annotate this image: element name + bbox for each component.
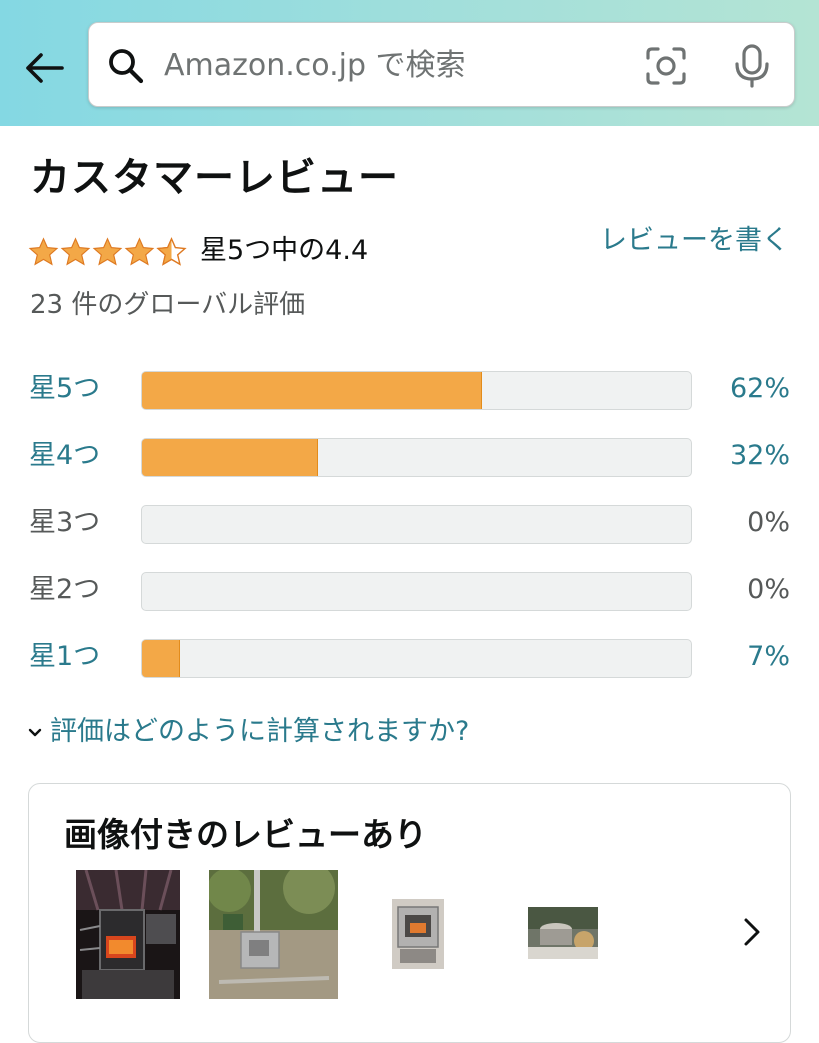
histogram-bar [141, 371, 692, 410]
stove-night-photo [76, 870, 180, 999]
search-placeholder[interactable]: Amazon.co.jp で検索 [164, 47, 466, 85]
histogram-bar [141, 505, 692, 544]
back-button[interactable] [22, 48, 66, 88]
histogram-percent: 0% [747, 574, 790, 605]
how-ratings-calculated-link[interactable]: 評価はどのように計算されますか? [26, 713, 469, 751]
histogram-star-label: 星2つ [29, 574, 101, 605]
stove-closeup-photo [392, 899, 444, 969]
customer-reviews-heading: カスタマーレビュー [30, 155, 399, 201]
star-rating [28, 236, 187, 268]
histogram-percent: 62% [729, 373, 790, 404]
next-images-button[interactable] [737, 912, 767, 952]
star-half-icon [156, 237, 187, 266]
pot-on-stove-photo [528, 907, 598, 959]
star-full-icon [60, 237, 91, 266]
camera-scan-icon [646, 47, 686, 85]
histogram-row-5-star[interactable]: 星5つ 62% [0, 367, 819, 411]
star-full-icon [124, 237, 155, 266]
histogram-row-3-star: 星3つ 0% [0, 501, 819, 545]
histogram-star-label: 星1つ [29, 641, 101, 672]
image-reviews-title: 画像付きのレビューあり [64, 815, 427, 854]
search-icon [109, 49, 144, 84]
voice-search-button[interactable] [732, 43, 772, 89]
back-arrow-icon [26, 53, 64, 83]
star-full-icon [28, 237, 59, 266]
histogram-row-2-star: 星2つ 0% [0, 568, 819, 612]
star-full-icon [92, 237, 123, 266]
histogram-bar [141, 639, 692, 678]
histogram-row-4-star[interactable]: 星4つ 32% [0, 434, 819, 478]
review-image-thumbnail[interactable] [76, 870, 180, 999]
global-ratings-count: 23 件のグローバル評価 [30, 290, 306, 320]
top-header: Amazon.co.jp で検索 [0, 0, 819, 126]
stove-outdoor-photo [209, 870, 338, 999]
review-image-thumbnail[interactable] [209, 870, 338, 999]
histogram-bar [141, 438, 692, 477]
write-review-link[interactable]: レビューを書く [600, 222, 789, 260]
histogram-star-label: 星4つ [29, 440, 101, 471]
histogram-star-label: 星5つ [29, 373, 101, 404]
histogram-bar-fill [142, 372, 483, 409]
histogram-percent: 0% [747, 507, 790, 538]
histogram-percent: 32% [729, 440, 790, 471]
review-image-thumbnail[interactable] [528, 907, 598, 959]
search-bar[interactable]: Amazon.co.jp で検索 [88, 22, 795, 107]
histogram-percent: 7% [747, 641, 790, 672]
histogram-bar [141, 572, 692, 611]
histogram-row-1-star[interactable]: 星1つ 7% [0, 635, 819, 679]
how-ratings-calculated-label: 評価はどのように計算されますか? [50, 716, 470, 747]
image-reviews-card: 画像付きのレビューあり [28, 783, 791, 1043]
histogram-bar-fill [142, 640, 181, 677]
average-rating-text: 星5つ中の4.4 [200, 235, 369, 266]
review-image-thumbnail[interactable] [392, 899, 444, 969]
histogram-bar-fill [142, 439, 318, 476]
microphone-icon [735, 44, 769, 88]
chevron-down-icon [28, 728, 42, 737]
histogram-star-label: 星3つ [29, 507, 101, 538]
chevron-right-icon [744, 918, 760, 946]
camera-search-button[interactable] [644, 45, 688, 87]
